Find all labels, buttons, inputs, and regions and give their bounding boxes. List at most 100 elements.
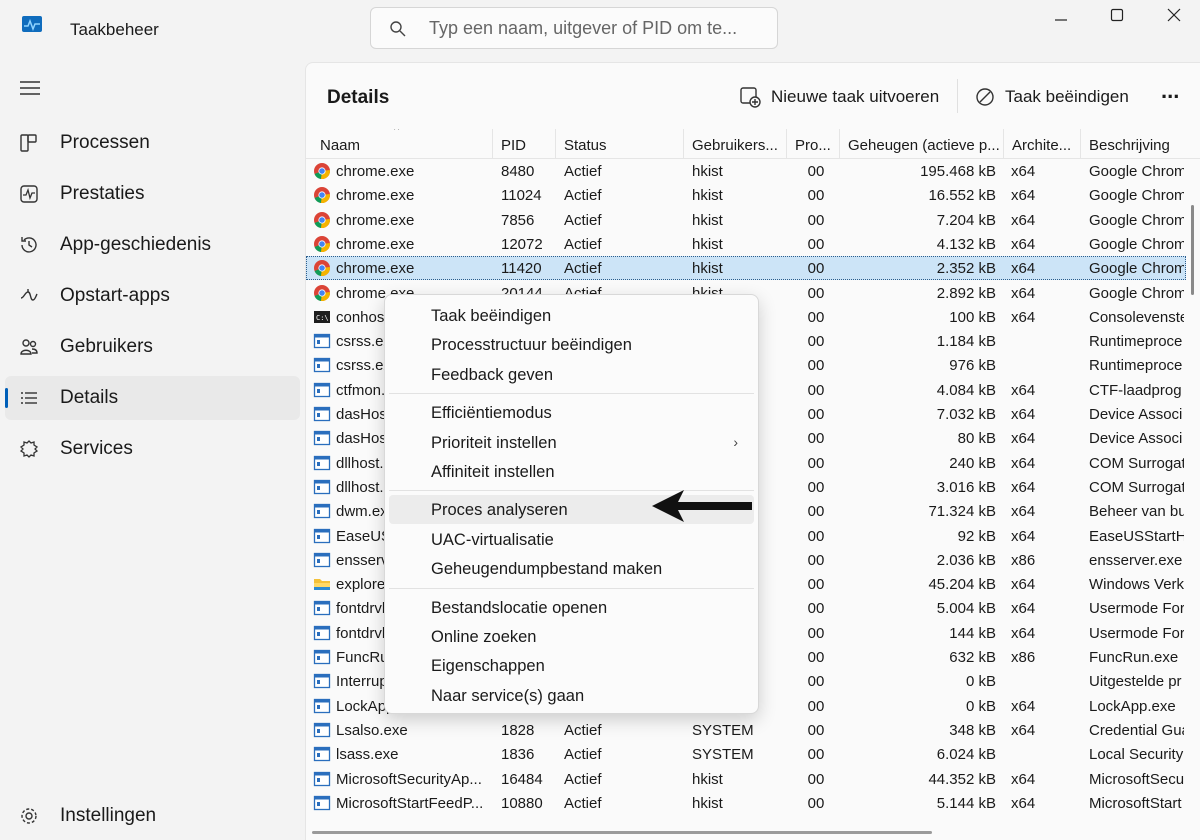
column-header-architecture[interactable]: Archite... [1004,129,1081,159]
menu-item-prioriteit-instellen[interactable]: Prioriteit instellen › [389,428,754,457]
cell-cpu: 00 [807,235,825,253]
sidebar-item-prestaties[interactable]: Prestaties [5,172,300,216]
app-window-icon [313,747,331,762]
column-header-pid[interactable]: PID [493,129,556,159]
cell-memory: 632 kB [949,649,996,666]
table-row[interactable]: chrome.exe 11024 Actief hkist 00 16.552 kB x64… [306,183,1186,207]
details-icon [21,392,37,404]
app-window-icon [313,431,331,446]
sidebar-item-gebruikers[interactable]: Gebruikers [5,325,300,369]
folder-icon [314,579,330,591]
cell-description: Google Chrom [1089,260,1184,278]
menu-item-eigenschappen[interactable]: Eigenschappen [389,651,754,680]
column-header-memory[interactable]: Geheugen (actieve p... [840,129,1004,159]
cell-status: Actief [564,770,602,788]
cell-description: Google Chrom [1089,235,1184,253]
cell-architecture: x64 [1011,430,1036,448]
cell-memory: 4.132 kB [936,235,996,253]
menu-item-affiniteit-instellen[interactable]: Affiniteit instellen [389,457,754,486]
table-row[interactable]: Lsalso.exe 1828 Actief SYSTEM 00 348 kB x64 Cre… [306,718,1186,742]
table-header: ^ Naam PID Status Gebruikers... Pro... G… [306,129,1200,159]
menu-separator [389,587,754,589]
new-task-label: Nieuwe taak uitvoeren [771,87,940,106]
sidebar-item-details[interactable]: Details [5,376,300,420]
cell-cpu: 00 [807,430,825,448]
cell-status: Actief [564,260,602,278]
table-row[interactable]: lsass.exe 1836 Actief SYSTEM 00 6.024 kB Local… [306,742,1186,766]
close-button[interactable] [1146,0,1200,30]
column-header-cpu[interactable]: Pro... [787,129,840,159]
more-options-button[interactable]: ... [1161,77,1179,105]
cell-memory: 16.552 kB [928,187,996,205]
menu-item-uac-virtualisatie[interactable]: UAC-virtualisatie [389,525,754,554]
column-header-description[interactable]: Beschrijving [1081,129,1200,159]
cell-architecture: x86 [1011,551,1036,569]
svg-text:C:\: C:\ [316,314,329,322]
app-window-icon [313,795,331,810]
table-row[interactable]: chrome.exe 11420 Actief hkist 00 2.352 kB x64 G… [306,256,1186,281]
table-row[interactable]: chrome.exe 7856 Actief hkist 00 7.204 kB x64 Go… [306,208,1186,232]
sidebar-item-opstart-apps[interactable]: Opstart-apps [5,274,300,318]
cell-memory: 144 kB [949,624,996,642]
table-row[interactable]: MicrosoftSecurityAp... 16484 Actief hkist 00… [306,767,1186,791]
cell-description: ensserver.exe [1089,551,1183,569]
end-task-button[interactable]: Taak beëindigen [975,83,1129,111]
settings-button[interactable]: Instellingen [5,794,300,838]
cell-process-name: chrome.exe [336,235,415,253]
menu-item-processtructuur-be-indigen[interactable]: Processtructuur beëindigen [389,330,754,359]
menu-item-taak-be-indigen[interactable]: Taak beëindigen [389,301,754,330]
menu-item-geheugendumpbestand-maken[interactable]: Geheugendumpbestand maken [389,554,754,583]
new-task-button[interactable]: Nieuwe taak uitvoeren [739,83,939,111]
cell-process-name: MicrosoftStartFeedP... [336,794,484,812]
menu-item-online-zoeken[interactable]: Online zoeken [389,622,754,651]
cell-process-name: chrome.exe [336,163,415,180]
cell-architecture: x64 [1011,406,1036,423]
cell-description: Device Associ [1089,430,1183,448]
table-row[interactable]: chrome.exe 12072 Actief hkist 00 4.132 kB x64 G… [306,232,1186,256]
maximize-icon [1110,8,1124,22]
hamburger-menu-icon[interactable] [20,80,40,96]
settings-label: Instellingen [60,805,157,826]
cell-process-name: chrome.exe [336,211,415,229]
chrome-icon [314,211,330,228]
cell-pid: 8480 [501,163,535,180]
column-header-name[interactable]: ^ Naam [306,129,493,159]
cell-architecture: x64 [1011,721,1036,739]
menu-item-naar-service-s-gaan[interactable]: Naar service(s) gaan [389,681,754,710]
menu-item-effici-ntiemodus[interactable]: Efficiëntiemodus [389,398,754,427]
menu-item-feedback-geven[interactable]: Feedback geven [389,360,754,389]
menu-item-label: UAC-virtualisatie [431,530,554,549]
sidebar-item-processen[interactable]: Processen [5,121,300,165]
column-header-status[interactable]: Status [556,129,684,159]
cell-memory: 976 kB [949,357,996,375]
sidebar-item-label: Details [60,387,119,408]
cell-cpu: 00 [807,576,825,594]
close-icon [1167,8,1181,22]
search-input[interactable] [429,15,764,41]
table-row[interactable]: MicrosoftStartFeedP... 10880 Actief hkist 00… [306,791,1186,815]
cell-architecture: x86 [1011,649,1036,666]
menu-item-bestandslocatie-openen[interactable]: Bestandslocatie openen [389,593,754,622]
app-window-icon [313,479,331,495]
app-window-icon [313,674,331,689]
cell-architecture: x64 [1011,260,1036,278]
search-box[interactable] [370,7,778,49]
table-row[interactable]: chrome.exe 8480 Actief hkist 00 195.468 kB x64… [306,159,1186,183]
sidebar: Processen Prestaties App-geschiedenis Op… [0,58,305,840]
cell-cpu: 00 [807,697,825,715]
cell-user: hkist [692,187,723,205]
sidebar-item-app-geschiedenis[interactable]: App-geschiedenis [5,223,300,267]
sidebar-item-services[interactable]: Services [5,427,300,471]
maximize-button[interactable] [1089,0,1145,30]
cell-description: MicrosoftSecu [1089,770,1184,788]
column-header-user[interactable]: Gebruikers... [684,129,787,159]
cell-process-name: chrome.exe [336,187,415,205]
cell-description: Credential Gua [1089,721,1184,739]
app-window-icon [313,698,331,713]
horizontal-scrollbar[interactable] [312,831,932,834]
minimize-button[interactable] [1033,0,1089,30]
startup-icon [20,289,38,301]
vertical-scrollbar[interactable] [1191,205,1194,295]
cell-process-name: chrome.exe [336,260,415,278]
cell-user: hkist [692,770,723,788]
